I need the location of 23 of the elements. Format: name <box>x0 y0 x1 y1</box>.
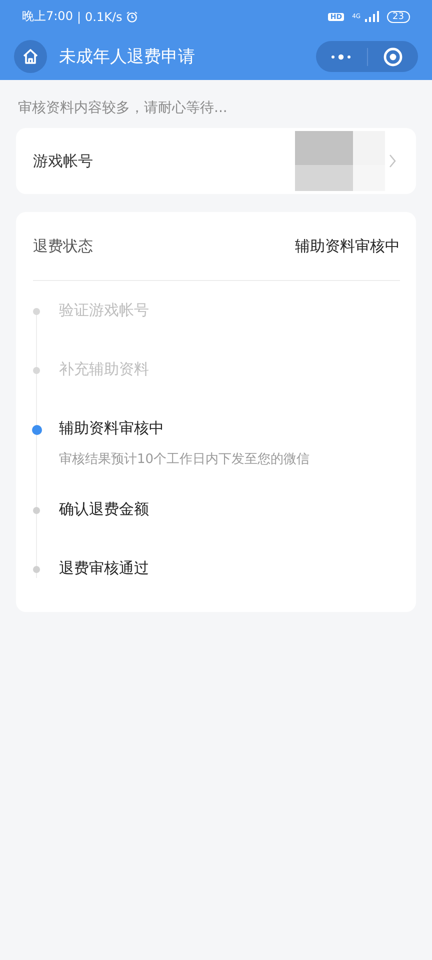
step-title: 补充辅助资料 <box>59 360 149 379</box>
signal-icon <box>364 11 379 22</box>
battery-level: 23 <box>386 10 410 22</box>
alarm-icon <box>126 10 138 22</box>
step-title: 验证游戏帐号 <box>59 301 149 320</box>
step-title: 退费审核通过 <box>59 559 149 578</box>
target-icon <box>382 46 403 66</box>
account-label: 游戏帐号 <box>33 152 94 170</box>
home-button[interactable] <box>14 40 47 73</box>
network-speed: 0.1K/s <box>85 10 122 24</box>
chevron-right-icon <box>389 154 396 168</box>
step-title: 辅助资料审核中 <box>59 419 165 438</box>
step-title: 确认退费金额 <box>59 500 149 519</box>
status-label: 退费状态 <box>33 236 93 256</box>
status-value: 辅助资料审核中 <box>295 236 400 256</box>
page-title: 未成年人退费申请 <box>59 46 196 68</box>
more-icon <box>330 54 352 60</box>
notice-text: 审核资料内容较多，请耐心等待... <box>17 99 228 118</box>
step-detail: 审核结果预计10个工作日内下发至您的微信 <box>59 451 310 468</box>
account-row[interactable]: 游戏帐号 <box>16 128 416 194</box>
home-icon <box>22 48 39 65</box>
separator: | <box>76 10 81 24</box>
status-time: 晚上7:00 <box>22 8 73 25</box>
